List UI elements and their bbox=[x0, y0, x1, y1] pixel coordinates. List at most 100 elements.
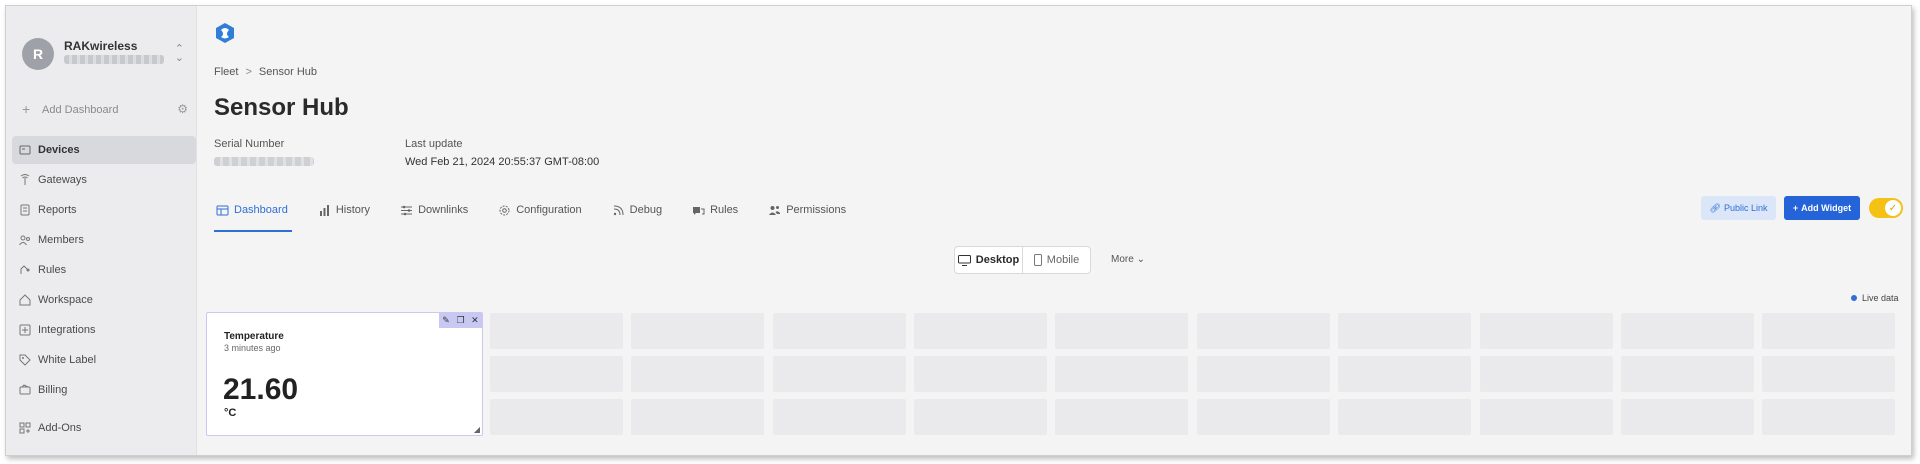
empty-grid-cell bbox=[1762, 356, 1896, 392]
empty-grid-cell bbox=[489, 313, 623, 349]
sidebar-item-label: Add-Ons bbox=[38, 422, 82, 434]
permissions-icon bbox=[769, 206, 781, 215]
sidebar-item-reports[interactable]: Reports bbox=[12, 196, 196, 224]
widget-timestamp: 3 minutes ago bbox=[224, 343, 281, 353]
chevron-down-icon: ⌄ bbox=[1136, 254, 1145, 265]
link-icon: 🔗︎ bbox=[1709, 202, 1721, 213]
mobile-view-button[interactable]: Mobile bbox=[1023, 247, 1090, 273]
history-icon bbox=[319, 205, 329, 216]
tab-label: History bbox=[335, 204, 371, 216]
empty-grid-cell bbox=[489, 356, 623, 392]
empty-grid-cell bbox=[1479, 356, 1613, 392]
empty-grid-cell bbox=[1196, 399, 1330, 435]
temperature-widget[interactable]: ✎ ❐ ✕ Temperature 3 minutes ago 21.60 °C… bbox=[206, 312, 483, 436]
live-dot-icon bbox=[1851, 295, 1857, 301]
desktop-icon bbox=[957, 254, 971, 266]
close-icon[interactable]: ✕ bbox=[471, 315, 479, 326]
add-widget-button[interactable]: + Add Widget bbox=[1784, 196, 1860, 220]
tab-rules[interactable]: Rules bbox=[690, 196, 740, 232]
tab-downlinks[interactable]: Downlinks bbox=[398, 196, 470, 232]
tab-permissions[interactable]: Permissions bbox=[766, 196, 848, 232]
account-switcher[interactable]: R RAKwireless ⌃ ⌄ bbox=[16, 34, 188, 74]
integrations-icon bbox=[19, 324, 31, 336]
tab-configuration[interactable]: Configuration bbox=[496, 196, 583, 232]
sidebar-item-workspace[interactable]: Workspace bbox=[12, 286, 196, 314]
tab-label: Permissions bbox=[786, 204, 847, 216]
sidebar-item-label: Integrations bbox=[38, 324, 96, 336]
sidebar-item-white-label[interactable]: White Label bbox=[12, 346, 196, 374]
live-data-label: Live data bbox=[1862, 293, 1899, 303]
desktop-view-button[interactable]: Desktop bbox=[955, 247, 1023, 273]
empty-grid-cell bbox=[914, 313, 1047, 349]
gateway-icon bbox=[20, 174, 30, 185]
pencil-icon[interactable]: ✎ bbox=[442, 315, 450, 326]
app-logo-icon[interactable] bbox=[214, 22, 236, 44]
sidebar-item-gateways[interactable]: Gateways bbox=[12, 166, 196, 194]
addons-icon bbox=[19, 422, 31, 434]
empty-grid-cell bbox=[1621, 356, 1754, 392]
serial-number-label: Serial Number bbox=[214, 138, 285, 150]
sidebar-item-members[interactable]: Members bbox=[12, 226, 196, 254]
empty-grid-cell bbox=[772, 399, 906, 435]
mobile-label: Mobile bbox=[1046, 254, 1080, 266]
rules-icon bbox=[20, 265, 30, 274]
empty-grid-cell bbox=[914, 356, 1047, 392]
empty-grid-cell bbox=[1762, 313, 1896, 349]
account-email-redacted bbox=[64, 55, 164, 64]
sidebar-item-label: Billing bbox=[38, 384, 68, 396]
breadcrumb-fleet[interactable]: Fleet bbox=[214, 66, 238, 78]
copy-icon[interactable]: ❐ bbox=[456, 315, 464, 326]
account-name: RAKwireless bbox=[64, 39, 138, 53]
more-dropdown[interactable]: More ⌄ bbox=[1111, 254, 1145, 265]
empty-grid-cell bbox=[914, 399, 1047, 435]
tab-bar: Dashboard History Downlinks Configuratio… bbox=[214, 196, 874, 232]
sidebar-item-billing[interactable]: Billing bbox=[12, 376, 196, 404]
last-update-value: Wed Feb 21, 2024 20:55:37 GMT-08:00 bbox=[405, 156, 600, 168]
empty-grid-cell bbox=[631, 399, 765, 435]
tab-label: Dashboard bbox=[234, 204, 288, 216]
workspace-icon bbox=[19, 294, 31, 306]
chevron-updown-icon[interactable]: ⌃ ⌄ bbox=[175, 44, 184, 64]
check-icon: ✓ bbox=[1885, 200, 1901, 216]
tab-history[interactable]: History bbox=[316, 196, 372, 232]
edit-mode-toggle[interactable]: ✓ bbox=[1869, 198, 1903, 218]
empty-grid-cell bbox=[772, 313, 906, 349]
widget-title: Temperature bbox=[224, 331, 284, 342]
public-link-button[interactable]: 🔗︎ Public Link bbox=[1701, 196, 1776, 220]
tag-icon bbox=[19, 354, 31, 366]
tab-dashboard[interactable]: Dashboard bbox=[214, 196, 292, 232]
billing-icon bbox=[19, 384, 31, 395]
add-dashboard-button[interactable]: + Add Dashboard ⚙ bbox=[20, 102, 188, 120]
sidebar-item-label: Reports bbox=[38, 204, 77, 216]
sidebar-item-label: Members bbox=[38, 234, 84, 246]
sidebar-item-integrations[interactable]: Integrations bbox=[12, 316, 196, 344]
public-link-label: Public Link bbox=[1723, 203, 1768, 213]
empty-grid-cell bbox=[1055, 399, 1189, 435]
sidebar-nav: Devices Gateways Reports Members Rules W… bbox=[12, 136, 196, 444]
members-icon bbox=[19, 235, 30, 246]
sidebar-item-rules[interactable]: Rules bbox=[12, 256, 196, 284]
tab-label: Debug bbox=[629, 204, 663, 216]
gear-icon[interactable]: ⚙ bbox=[177, 102, 188, 116]
tab-debug[interactable]: Debug bbox=[610, 196, 664, 232]
breadcrumb: Fleet > Sensor Hub bbox=[214, 66, 317, 78]
add-widget-label: Add Widget bbox=[1801, 203, 1852, 213]
sidebar-item-add-ons[interactable]: Add-Ons bbox=[12, 414, 196, 442]
empty-grid-cell bbox=[1338, 356, 1472, 392]
empty-grid-cell bbox=[1762, 399, 1896, 435]
empty-grid-cell bbox=[1196, 313, 1330, 349]
debug-icon bbox=[613, 205, 624, 216]
add-dashboard-label: Add Dashboard bbox=[42, 104, 119, 116]
widget-value: 21.60 bbox=[223, 373, 299, 406]
sidebar-item-label: Gateways bbox=[38, 174, 87, 186]
empty-grid-cell bbox=[1055, 356, 1189, 392]
sidebar-item-label: Devices bbox=[38, 144, 80, 156]
sidebar: R RAKwireless ⌃ ⌄ + Add Dashboard ⚙ Devic… bbox=[6, 6, 197, 455]
view-switcher: Desktop Mobile bbox=[954, 246, 1091, 274]
sidebar-item-devices[interactable]: Devices bbox=[12, 136, 196, 164]
resize-handle-icon[interactable]: ◢ bbox=[474, 425, 480, 434]
tab-label: Configuration bbox=[516, 204, 582, 216]
desktop-label: Desktop bbox=[975, 254, 1020, 266]
empty-grid-cell bbox=[1479, 399, 1613, 435]
empty-grid-cell bbox=[1196, 356, 1330, 392]
